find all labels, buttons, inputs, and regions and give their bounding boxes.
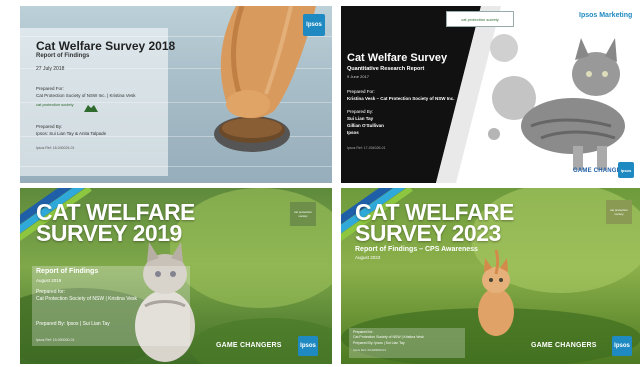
game-changers-label: GAME CHANGERS <box>531 342 597 349</box>
cps-logo: cat protection society <box>606 200 632 224</box>
ipsos-ref: Ipsos Ref: 18-040024-01 <box>36 146 75 150</box>
game-changers-label: GAME CHANGERS <box>216 342 282 349</box>
ipsos-ref: Ipsos Ref: 23-000000-01 <box>353 348 387 352</box>
ipsos-logo: Ipsos <box>298 336 318 356</box>
report-date: 9 June 2017 <box>347 74 370 79</box>
prepared-for-value: Cat Protection Society of NSW Inc. | Kri… <box>36 93 136 98</box>
report-date: 27 July 2018 <box>36 66 65 72</box>
prepared-for-value: Cat Protection Society of NSW | Kristina… <box>353 335 424 339</box>
report-subtitle: Report of Findings <box>36 268 99 275</box>
prepared-for-label: Prepared for: <box>36 289 66 295</box>
prepared-by-value: Ipsos: Sui Lian Tay & Anita Talpade <box>36 131 107 136</box>
ipsos-ref: Ipsos Ref: 17-004026-01 <box>347 146 386 150</box>
prepared-by-label: Prepared By: <box>347 109 374 114</box>
orange-kitten-image <box>478 250 514 336</box>
report-title-line-2: SURVEY 2023 <box>355 220 501 246</box>
report-title-line-2: SURVEY 2019 <box>36 220 182 246</box>
report-date: August 2023 <box>355 255 381 260</box>
prepared-for-value: Kristina Vesk – Cat Protection Society o… <box>347 96 455 101</box>
prepared-by-name-3: Ipsos <box>347 130 359 135</box>
prepared-for-label: Prepared For: <box>347 89 375 94</box>
ipsos-logo: Ipsos <box>303 14 325 36</box>
report-cover-2017: cat protection society Ipsos Marketing C… <box>341 6 640 183</box>
prepared-by-label: Prepared By: <box>36 124 63 129</box>
prepared-by-name-2: Gillian O'Sullivan <box>347 123 384 128</box>
ipsos-ref: Ipsos Ref: 19-000000-01 <box>36 338 75 342</box>
cat-silhouette-icon <box>84 105 98 112</box>
report-cover-2019: CAT WELFARE SURVEY 2019 Report of Findin… <box>20 188 332 364</box>
report-title: Cat Welfare Survey 2018 <box>36 39 176 53</box>
tabby-cat-image <box>521 38 625 170</box>
report-cover-2023: CAT WELFARE SURVEY 2023 Report of Findin… <box>341 188 640 364</box>
prepared-by-name-1: Sui Lian Tay <box>347 116 374 121</box>
ipsos-logo: Ipsos <box>612 336 632 356</box>
report-subtitle: Report of Findings – CPS Awareness <box>355 246 478 253</box>
report-title: Cat Welfare Survey <box>347 52 448 64</box>
prepared-for-label: Prepared For: <box>36 86 64 91</box>
report-subtitle: Report of Findings <box>36 53 90 59</box>
report-cover-2018: Cat Welfare Survey 2018 Report of Findin… <box>20 6 332 183</box>
prepared-by-value: Prepared By: Ipsos | Sui Lian Tay <box>36 321 110 327</box>
ipsos-marketing-label: Ipsos Marketing <box>579 12 633 19</box>
report-date: August 2019 <box>36 278 62 283</box>
prepared-for-label: Prepared for: <box>353 330 374 334</box>
report-subtitle: Quantitative Research Report <box>347 66 425 72</box>
cps-logo: cat protection society <box>290 202 316 226</box>
ipsos-logo: Ipsos <box>618 162 634 178</box>
cps-logo: cat protection society <box>36 102 100 116</box>
cps-logo: cat protection society <box>446 11 514 27</box>
prepared-for-value: Cat Protection Society of NSW | Kristina… <box>36 296 138 302</box>
prepared-by-value: Prepared By: Ipsos | Sui Lian Tay <box>353 341 405 345</box>
